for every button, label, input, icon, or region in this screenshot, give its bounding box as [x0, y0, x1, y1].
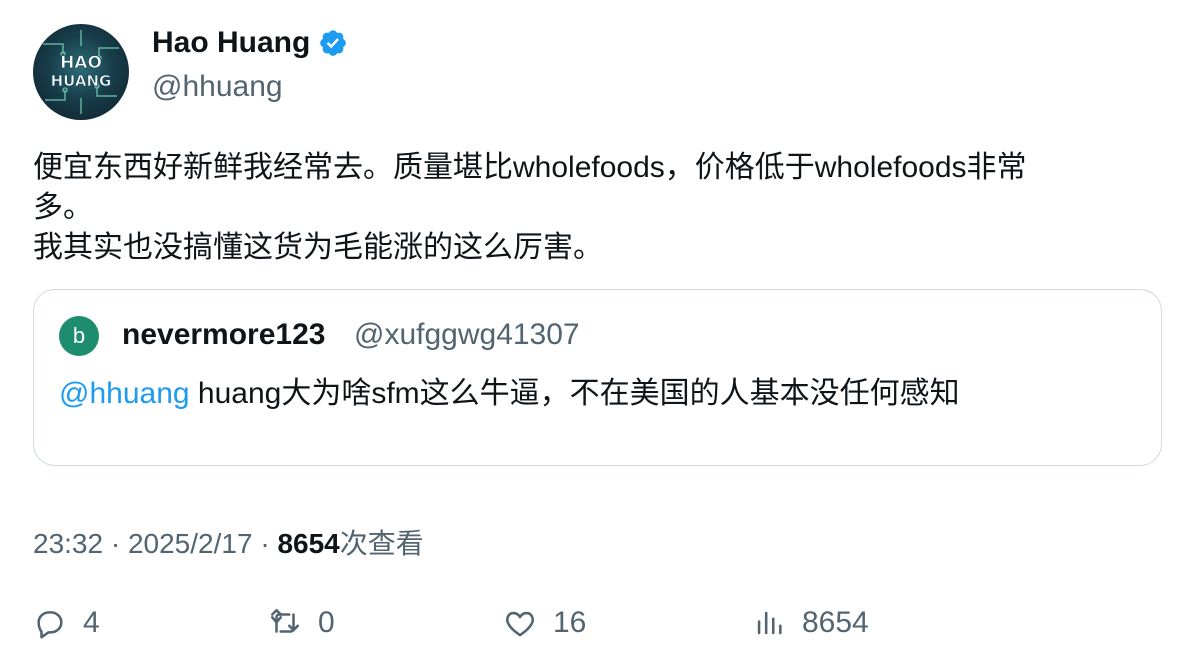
reply-button[interactable]: 4 — [33, 606, 100, 640]
mention-link[interactable]: @hhuang — [59, 377, 190, 410]
like-button[interactable]: 16 — [503, 606, 586, 640]
tweet-body: 便宜东西好新鲜我经常去。质量堪比wholefoods，价格低于wholefood… — [33, 148, 1143, 268]
tweet-line: 我其实也没搞懂这货为毛能涨的这么厉害。 — [33, 231, 603, 264]
heart-icon — [506, 611, 534, 637]
view-label: 次查看 — [339, 528, 424, 559]
retweet-count: 0 — [318, 606, 335, 639]
tweet-time[interactable]: 23:32 — [33, 528, 103, 559]
retweet-icon — [270, 608, 300, 633]
quoted-tweet-text: @hhuang huang大为啥sfm这么牛逼，不在美国的人基本没任何感知 — [59, 368, 960, 412]
quoted-tweet-body: huang大为啥sfm这么牛逼，不在美国的人基本没任何感知 — [189, 377, 960, 410]
tweet-line: 多。 — [33, 191, 93, 224]
quoted-author-handle[interactable]: @xufggwg41307 — [354, 318, 580, 352]
avatar-image: HAO HUANG — [43, 30, 119, 114]
svg-text:HUANG: HUANG — [51, 72, 112, 90]
author-display-name[interactable]: Hao Huang — [152, 26, 310, 60]
tweet-meta: 23:32 · 2025/2/17 · 8654次查看 — [33, 522, 424, 562]
view-count: 8654 — [277, 528, 340, 559]
reply-count: 4 — [83, 606, 100, 639]
views-button[interactable]: 8654 — [752, 606, 869, 640]
reply-icon — [37, 611, 63, 639]
quoted-author-avatar[interactable]: b — [59, 316, 99, 356]
svg-text:HAO: HAO — [60, 53, 102, 73]
verified-badge-icon — [320, 30, 347, 56]
author-handle[interactable]: @hhuang — [152, 70, 283, 104]
views-count: 8654 — [802, 606, 869, 639]
quoted-tweet-card[interactable]: b nevermore123 @xufggwg41307 @hhuang hua… — [33, 289, 1162, 466]
author-avatar[interactable]: HAO HUANG — [33, 24, 129, 120]
tweet-line: 便宜东西好新鲜我经常去。质量堪比wholefoods，价格低于wholefood… — [33, 151, 1027, 184]
quoted-author-name[interactable]: nevermore123 — [122, 318, 325, 352]
retweet-button[interactable]: 0 — [268, 606, 335, 640]
meta-separator: · — [252, 528, 278, 559]
tweet-date[interactable]: 2025/2/17 — [128, 528, 253, 559]
meta-separator: · — [103, 528, 128, 559]
analytics-icon — [757, 611, 782, 635]
author-name-row[interactable]: Hao Huang — [152, 26, 348, 60]
like-count: 16 — [553, 606, 587, 639]
